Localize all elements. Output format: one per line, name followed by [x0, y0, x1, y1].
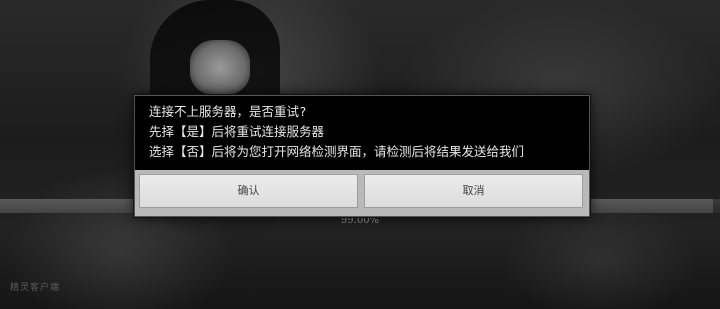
dialog-message: 连接不上服务器，是否重试? 先择【是】后将重试连接服务器 选择【否】后将为您打开… [149, 102, 579, 162]
confirm-button[interactable]: 确认 [139, 174, 358, 208]
connection-error-dialog: 连接不上服务器，是否重试? 先择【是】后将重试连接服务器 选择【否】后将为您打开… [134, 95, 590, 217]
dialog-message-line: 连接不上服务器，是否重试? [149, 104, 307, 119]
dialog-message-line: 选择【否】后将为您打开网络检测界面，请检测后将结果发送给我们 [149, 144, 525, 159]
dialog-button-bar: 确认 取消 [135, 170, 589, 216]
character-face [190, 40, 250, 95]
cancel-button[interactable]: 取消 [364, 174, 583, 208]
dialog-message-line: 先择【是】后将重试连接服务器 [149, 124, 325, 139]
watermark-text: 精灵客户端 [10, 283, 61, 293]
